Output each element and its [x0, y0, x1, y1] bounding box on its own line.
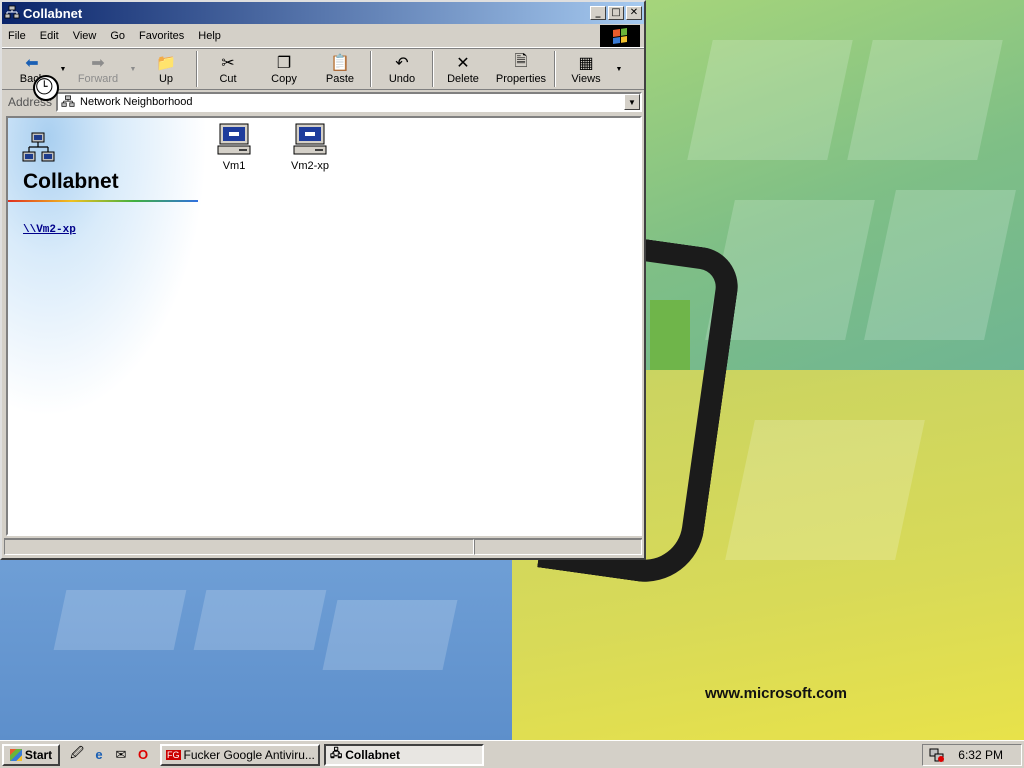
toolbar-separator	[554, 51, 556, 87]
address-dropdown-icon[interactable]: ▼	[624, 94, 640, 110]
task-button-collabnet[interactable]: 🖧 Collabnet	[324, 743, 484, 766]
back-arrow-icon: ⬅	[25, 55, 39, 72]
scissors-icon: ✂	[221, 55, 235, 72]
file-item-vm2-xp[interactable]: Vm2-xp	[280, 122, 340, 172]
network-icon: 🖧	[330, 748, 343, 760]
network-status-icon[interactable]	[929, 747, 945, 763]
delete-label: Delete	[447, 73, 479, 85]
desktop-icon[interactable]: 🖉	[68, 745, 86, 764]
up-folder-icon: 📁	[156, 55, 176, 72]
undo-button[interactable]: ↶ Undo	[374, 49, 430, 89]
taskbar: Start 🖉 e ✉ O FG Fucker Google Antiviru.…	[0, 740, 1024, 768]
undo-icon: ↶	[395, 55, 409, 72]
wallpaper-tile	[687, 40, 853, 160]
views-label: Views	[571, 73, 601, 85]
delete-button[interactable]: ✕ Delete	[436, 49, 490, 89]
opera-icon[interactable]: O	[134, 746, 152, 764]
menu-favorites[interactable]: Favorites	[139, 30, 184, 42]
start-button[interactable]: Start	[2, 743, 60, 766]
properties-label: Properties	[495, 73, 547, 85]
menu-file[interactable]: File	[8, 30, 26, 42]
forward-dropdown-icon[interactable]: ▼	[128, 66, 138, 73]
close-button[interactable]: ✕	[626, 6, 642, 20]
folder-view[interactable]: Collabnet \\Vm2-xp Vm1 Vm2-xp	[6, 116, 642, 536]
windows-flag-icon	[9, 748, 22, 761]
task-button-antivirus[interactable]: FG Fucker Google Antiviru...	[160, 743, 320, 766]
copy-icon: ❐	[276, 55, 292, 72]
wallpaper-tile	[847, 40, 1003, 160]
paste-icon: 📋	[330, 55, 350, 72]
minimize-button[interactable]: _	[590, 6, 606, 20]
network-icon	[4, 5, 20, 19]
network-icon	[22, 132, 55, 162]
hourglass-clock-cursor-icon	[33, 75, 59, 101]
toolbar-separator	[196, 51, 198, 87]
menu-view[interactable]: View	[73, 30, 97, 42]
forward-arrow-icon: ➡	[91, 55, 105, 72]
computer-link[interactable]: \\Vm2-xp	[23, 224, 76, 236]
cut-label: Cut	[219, 73, 237, 85]
ie-icon[interactable]: e	[90, 746, 108, 764]
properties-icon: 🗎	[514, 52, 528, 70]
file-label: Vm2-xp	[291, 160, 329, 172]
wallpaper-tile	[53, 590, 187, 650]
wallpaper-tile	[322, 600, 458, 670]
properties-button[interactable]: 🗎 Properties	[490, 49, 552, 89]
menu-help[interactable]: Help	[198, 30, 221, 42]
forward-button[interactable]: ➡ Forward	[68, 49, 128, 89]
wallpaper-tile	[193, 590, 327, 650]
network-icon	[61, 95, 75, 107]
windows-logo-icon	[600, 25, 640, 47]
quick-launch: 🖉 e ✉ O	[68, 745, 156, 764]
clock[interactable]: 6:32 PM	[958, 748, 1003, 762]
file-item-vm1[interactable]: Vm1	[204, 122, 264, 172]
fg-icon: FG	[166, 749, 181, 760]
wallpaper-tile	[725, 420, 925, 560]
cut-button[interactable]: ✂ Cut	[200, 49, 256, 89]
system-tray: 6:32 PM	[922, 744, 1022, 766]
views-grid-icon: ▦	[578, 55, 594, 72]
forward-label: Forward	[77, 73, 119, 85]
task-label: Collabnet	[345, 747, 400, 762]
status-cell	[474, 539, 642, 555]
toolbar-separator	[432, 51, 434, 87]
title-bar[interactable]: Collabnet _ □ ✕	[2, 2, 644, 24]
copy-label: Copy	[271, 73, 297, 85]
outlook-icon[interactable]: ✉	[112, 746, 130, 764]
panel-title: Collabnet	[23, 170, 119, 193]
copy-button[interactable]: ❐ Copy	[256, 49, 312, 89]
address-value: Network Neighborhood	[80, 96, 193, 108]
delete-x-icon: ✕	[456, 55, 470, 72]
paste-button[interactable]: 📋 Paste	[312, 49, 368, 89]
computer-icon	[217, 123, 251, 155]
explorer-window[interactable]: Collabnet _ □ ✕ File Edit View Go Favori…	[0, 0, 646, 560]
window-title: Collabnet	[23, 5, 83, 21]
menu-edit[interactable]: Edit	[40, 30, 59, 42]
up-button[interactable]: 📁 Up	[138, 49, 194, 89]
webview-panel: Collabnet \\Vm2-xp	[8, 118, 208, 418]
address-bar: Address Network Neighborhood ▼	[2, 90, 644, 114]
up-label: Up	[158, 73, 174, 85]
task-label: Fucker Google Antiviru...	[183, 747, 315, 762]
start-label: Start	[24, 747, 53, 762]
toolbar-separator	[370, 51, 372, 87]
panel-divider	[8, 200, 198, 202]
computer-icon	[293, 123, 327, 155]
status-cell	[4, 539, 474, 555]
file-label: Vm1	[222, 160, 246, 172]
status-bar	[4, 538, 642, 556]
views-dropdown-icon[interactable]: ▼	[614, 66, 624, 73]
address-field[interactable]: Network Neighborhood ▼	[56, 92, 642, 112]
menu-go[interactable]: Go	[110, 30, 125, 42]
paste-label: Paste	[325, 73, 355, 85]
undo-label: Undo	[388, 73, 416, 85]
maximize-button[interactable]: □	[608, 6, 624, 20]
menu-bar: File Edit View Go Favorites Help	[2, 24, 644, 48]
views-button[interactable]: ▦ Views	[558, 49, 614, 89]
toolbar: ⬅ Back ▼ ➡ Forward ▼ 📁 Up ✂ Cut ❐ Copy 📋…	[2, 48, 644, 90]
wallpaper-url: www.microsoft.com	[705, 685, 847, 702]
back-dropdown-icon[interactable]: ▼	[58, 66, 68, 73]
